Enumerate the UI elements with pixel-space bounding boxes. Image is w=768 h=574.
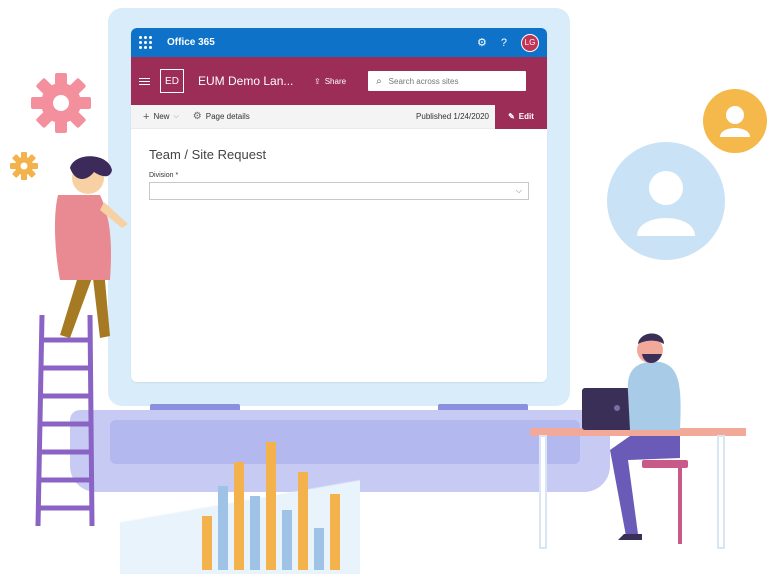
plus-icon: + (143, 110, 150, 123)
search-input[interactable] (388, 76, 509, 86)
page-title: Team / Site Request (149, 147, 267, 162)
share-label: Share (324, 76, 347, 86)
suite-bar: Office 365 ⚙ ? LG (131, 28, 547, 57)
edit-button[interactable]: ✎ Edit (495, 104, 547, 129)
user-profile-illustration (607, 142, 725, 260)
bar-chart-illustration (202, 442, 340, 570)
help-icon[interactable]: ? (501, 37, 507, 49)
sharepoint-window: Office 365 ⚙ ? LG ED EUM Demo Lan... ⇪ S… (131, 28, 547, 382)
user-avatar[interactable]: LG (521, 33, 539, 52)
pencil-icon: ✎ (508, 112, 515, 121)
search-box[interactable]: ⌕ (368, 71, 527, 91)
division-label: Division * (149, 172, 179, 179)
division-dropdown[interactable]: ⌵ (149, 182, 529, 200)
site-logo[interactable]: ED (160, 69, 184, 93)
settings-icon[interactable]: ⚙ (477, 36, 487, 49)
new-label: New (153, 112, 170, 121)
new-button[interactable]: + New ⌵ (143, 111, 179, 123)
hamburger-icon[interactable] (139, 76, 150, 87)
chevron-down-icon: ⌵ (515, 186, 522, 195)
search-icon: ⌕ (376, 75, 382, 87)
user-profile-illustration-small (703, 89, 767, 153)
site-name[interactable]: EUM Demo Lan... (198, 74, 304, 88)
page-details-label: Page details (205, 112, 250, 121)
man-at-desk-illustration (530, 333, 746, 549)
gear-illustration-large (31, 73, 91, 133)
suite-title[interactable]: Office 365 (167, 37, 215, 48)
gear-icon: ⚙ (192, 111, 202, 122)
published-status: Published 1/24/2020 (416, 112, 489, 121)
page-content: Team / Site Request Division * ⌵ (131, 129, 547, 200)
chevron-down-icon: ⌵ (173, 112, 179, 120)
edit-label: Edit (518, 112, 534, 121)
site-header: ED EUM Demo Lan... ⇪ Share ⌕ (131, 57, 547, 105)
share-button[interactable]: ⇪ Share (314, 77, 346, 86)
suite-bar-actions: ⚙ ? LG (477, 33, 539, 52)
waffle-icon[interactable] (139, 35, 153, 50)
page-details-button[interactable]: ⚙ Page details (193, 111, 250, 122)
command-bar: + New ⌵ ⚙ Page details Published 1/24/20… (131, 104, 547, 129)
share-icon: ⇪ (314, 76, 321, 86)
